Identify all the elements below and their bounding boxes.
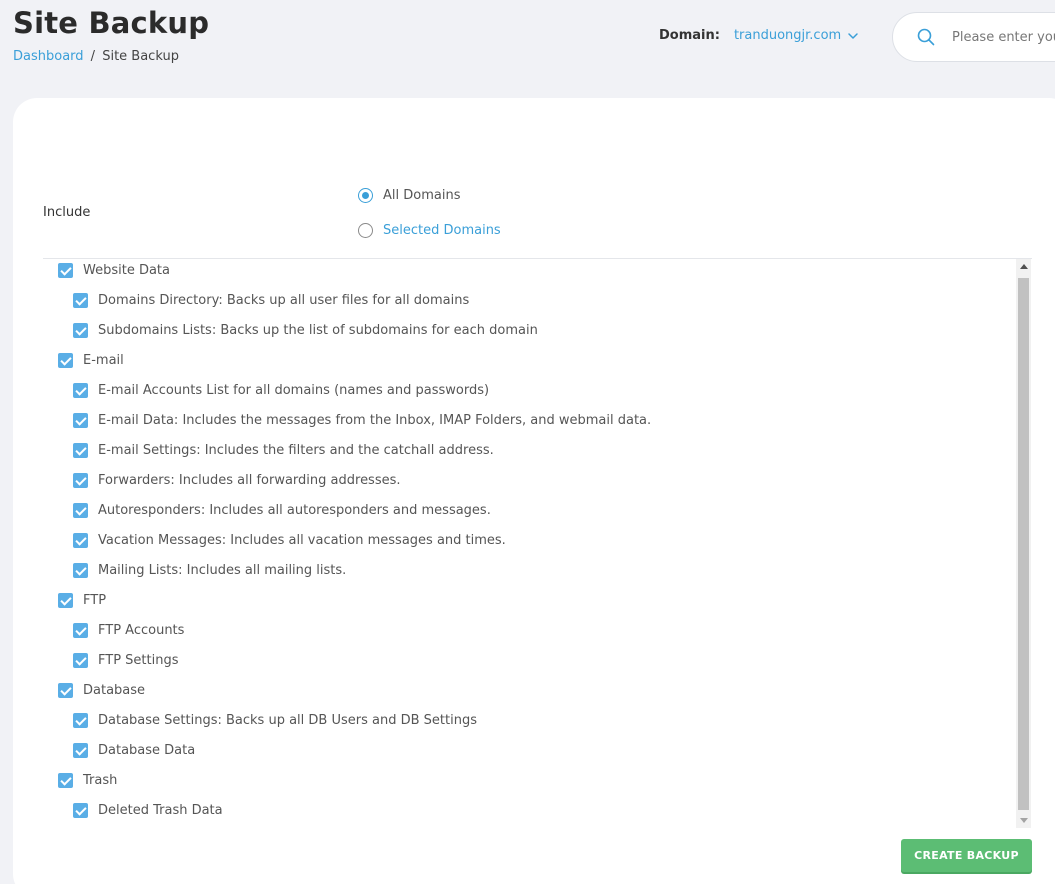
list-item-label: E-mail Data: Includes the messages from …: [98, 413, 652, 428]
checkbox[interactable]: [58, 263, 73, 278]
list-item[interactable]: Subdomains Lists: Backs up the list of s…: [73, 323, 538, 338]
list-item-label: FTP Accounts: [98, 623, 185, 638]
list-item[interactable]: FTP Settings: [73, 653, 178, 668]
list-item-label: Vacation Messages: Includes all vacation…: [98, 533, 506, 548]
radio-all-domains[interactable]: All Domains: [358, 188, 460, 203]
list-item-label: Database: [83, 683, 146, 698]
scroll-up-arrow[interactable]: [1020, 264, 1028, 269]
list-item-label: Domains Directory: Backs up all user fil…: [98, 293, 470, 308]
list-item[interactable]: Domains Directory: Backs up all user fil…: [73, 293, 469, 308]
list-item[interactable]: Forwarders: Includes all forwarding addr…: [73, 473, 401, 488]
list-item-group[interactable]: Website Data: [58, 263, 170, 278]
checkbox[interactable]: [73, 293, 88, 308]
checkbox[interactable]: [73, 323, 88, 338]
list-item-label: E-mail Accounts List for all domains (na…: [98, 383, 490, 398]
radio-button-checked[interactable]: [358, 188, 373, 203]
search-input[interactable]: [952, 29, 1055, 45]
list-item[interactable]: E-mail Settings: Includes the filters an…: [73, 443, 494, 458]
checkbox[interactable]: [58, 683, 73, 698]
list-item[interactable]: E-mail Data: Includes the messages from …: [73, 413, 651, 428]
list-item-group[interactable]: E-mail: [58, 353, 124, 368]
backup-items-list: Website Data Domains Directory: Backs up …: [43, 258, 1032, 828]
domain-value[interactable]: tranduongjr.com: [734, 28, 841, 43]
domain-label: Domain:: [659, 28, 720, 43]
checkbox[interactable]: [73, 563, 88, 578]
include-label: Include: [43, 205, 91, 220]
create-backup-button[interactable]: CREATE BACKUP: [901, 839, 1032, 872]
list-item-label: FTP Settings: [98, 653, 179, 668]
chevron-down-icon[interactable]: [847, 30, 859, 42]
checkbox[interactable]: [73, 623, 88, 638]
scrollbar[interactable]: [1016, 259, 1031, 828]
list-item[interactable]: Database Settings: Backs up all DB Users…: [73, 713, 477, 728]
checkbox[interactable]: [73, 803, 88, 818]
checkbox[interactable]: [73, 383, 88, 398]
search-icon[interactable]: [917, 28, 935, 46]
list-item-label: Database Data: [98, 743, 196, 758]
checkbox[interactable]: [58, 773, 73, 788]
checkbox[interactable]: [73, 743, 88, 758]
list-item-label: Website Data: [83, 263, 170, 278]
breadcrumb-dashboard-link[interactable]: Dashboard: [13, 49, 84, 64]
domain-selector[interactable]: Domain: tranduongjr.com: [659, 28, 859, 43]
list-item-label: Trash: [83, 773, 118, 788]
checkbox[interactable]: [73, 653, 88, 668]
list-item-label: E-mail Settings: Includes the filters an…: [98, 443, 494, 458]
list-item[interactable]: E-mail Accounts List for all domains (na…: [73, 383, 489, 398]
breadcrumb-current: Site Backup: [102, 49, 179, 64]
radio-selected-domains[interactable]: Selected Domains: [358, 223, 501, 238]
list-item[interactable]: Database Data: [73, 743, 195, 758]
radio-button-unchecked[interactable]: [358, 223, 373, 238]
list-item[interactable]: Deleted Trash Data: [73, 803, 223, 818]
list-item-label: E-mail: [83, 353, 124, 368]
checkbox[interactable]: [73, 503, 88, 518]
scroll-thumb[interactable]: [1018, 278, 1029, 810]
list-item-group[interactable]: Trash: [58, 773, 117, 788]
list-item[interactable]: Vacation Messages: Includes all vacation…: [73, 533, 506, 548]
checkbox[interactable]: [73, 443, 88, 458]
search-box[interactable]: [892, 12, 1055, 62]
radio-label-all-domains: All Domains: [383, 188, 461, 203]
checkbox[interactable]: [73, 413, 88, 428]
checkbox[interactable]: [73, 713, 88, 728]
list-item-label: Mailing Lists: Includes all mailing list…: [98, 563, 347, 578]
list-item[interactable]: Mailing Lists: Includes all mailing list…: [73, 563, 346, 578]
list-item[interactable]: FTP Accounts: [73, 623, 184, 638]
checkbox[interactable]: [58, 353, 73, 368]
checkbox[interactable]: [58, 593, 73, 608]
page-title: Site Backup: [13, 6, 210, 40]
list-item-label: Forwarders: Includes all forwarding addr…: [98, 473, 401, 488]
list-item-label: Subdomains Lists: Backs up the list of s…: [98, 323, 538, 338]
checkbox[interactable]: [73, 533, 88, 548]
checkbox[interactable]: [73, 473, 88, 488]
list-item-label: FTP: [83, 593, 107, 608]
list-item-label: Database Settings: Backs up all DB Users…: [98, 713, 477, 728]
radio-label-selected-domains: Selected Domains: [383, 223, 501, 238]
list-item-group[interactable]: Database: [58, 683, 145, 698]
scroll-down-arrow[interactable]: [1020, 818, 1028, 823]
list-item-label: Deleted Trash Data: [98, 803, 223, 818]
list-item-group[interactable]: FTP: [58, 593, 106, 608]
list-item[interactable]: Autoresponders: Includes all autorespond…: [73, 503, 491, 518]
breadcrumb-separator: /: [90, 49, 96, 64]
backup-form-card: Include All Domains Selected Domains Web…: [13, 98, 1055, 884]
list-item-label: Autoresponders: Includes all autorespond…: [98, 503, 491, 518]
breadcrumb: Dashboard / Site Backup: [13, 49, 179, 64]
